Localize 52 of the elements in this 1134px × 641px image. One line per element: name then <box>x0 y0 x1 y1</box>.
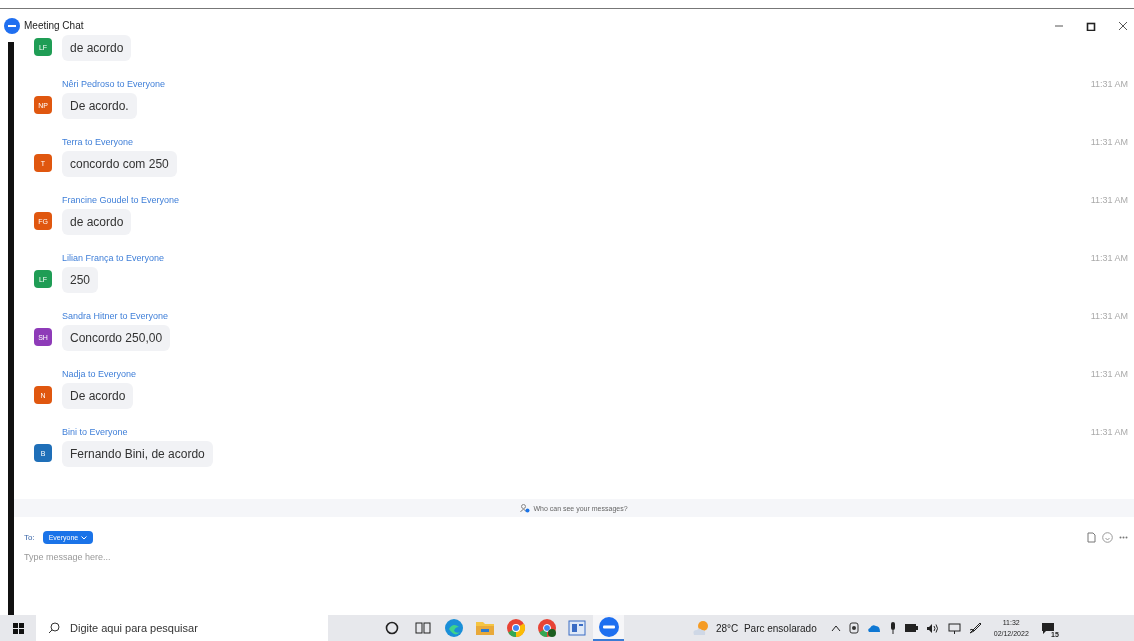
message-bubble: Fernando Bini, de acordo <box>62 441 213 467</box>
pen-icon[interactable] <box>968 622 982 634</box>
folder-icon <box>474 620 495 636</box>
video-call-app-icon <box>597 616 620 638</box>
weather-text[interactable]: 28°C Parc ensolarado <box>716 622 817 634</box>
sender-name[interactable]: Nêri Pedroso to Everyone <box>62 79 166 89</box>
search-icon <box>48 622 60 634</box>
sender-name[interactable]: Terra to Everyone <box>62 137 134 147</box>
message-bubble: de acordo <box>62 35 132 61</box>
sender-name[interactable]: Sandra Hitner to Everyone <box>62 311 169 321</box>
sender-name[interactable]: Francine Goudel to Everyone <box>62 195 180 205</box>
battery-icon[interactable] <box>904 624 918 632</box>
browser-icon <box>443 618 464 638</box>
message-bubble: De acordo <box>62 383 134 409</box>
maximize-icon[interactable] <box>1086 20 1096 31</box>
window-title: Meeting Chat <box>24 20 85 31</box>
message-time: 11:31 AM <box>1090 311 1128 321</box>
task-view-icon <box>414 621 431 635</box>
cloud-icon[interactable] <box>866 623 881 633</box>
taskbar-search-field[interactable]: Digite aqui para pesquisar <box>36 615 328 641</box>
message-time: 11:31 AM <box>1090 427 1128 437</box>
speaker-icon[interactable] <box>925 622 940 634</box>
more-icon[interactable] <box>1119 536 1128 539</box>
screen-icon[interactable] <box>947 622 961 634</box>
people-icon <box>520 503 531 513</box>
message-bubble: 250 <box>62 267 99 293</box>
message-time: 11:31 AM <box>1090 79 1128 89</box>
sender-name[interactable]: Bini to Everyone <box>62 427 128 437</box>
close-icon[interactable] <box>1118 20 1128 31</box>
search-placeholder: Digite aqui para pesquisar <box>70 622 198 634</box>
message-time: 11:31 AM <box>1090 253 1128 263</box>
sender-name[interactable]: Lilian França to Everyone <box>62 253 165 263</box>
sender-name[interactable]: Nadja to Everyone <box>62 369 137 379</box>
message-bubble: Concordo 250,00 <box>62 325 171 351</box>
chrome-profile-icon <box>536 618 557 638</box>
microphone-icon[interactable] <box>888 622 897 634</box>
chrome-icon <box>505 618 526 638</box>
to-label: To: <box>24 533 35 542</box>
message-bubble: De acordo. <box>62 93 137 119</box>
caret-icon <box>81 535 88 540</box>
message-time: 11:31 AM <box>1090 369 1128 379</box>
cortana-circle-icon <box>384 621 399 635</box>
app-logo-icon <box>4 17 20 34</box>
start-icon[interactable] <box>12 622 24 634</box>
message-bubble: concordo com 250 <box>62 151 177 177</box>
chevron-up-icon[interactable] <box>830 624 841 632</box>
message-time: 11:31 AM <box>1090 195 1128 205</box>
message-bubble: de acordo <box>62 209 132 235</box>
file-icon[interactable] <box>1087 532 1096 543</box>
document-icon <box>567 619 588 637</box>
message-time: 11:31 AM <box>1090 137 1128 147</box>
tray-app-icon[interactable] <box>848 622 859 634</box>
